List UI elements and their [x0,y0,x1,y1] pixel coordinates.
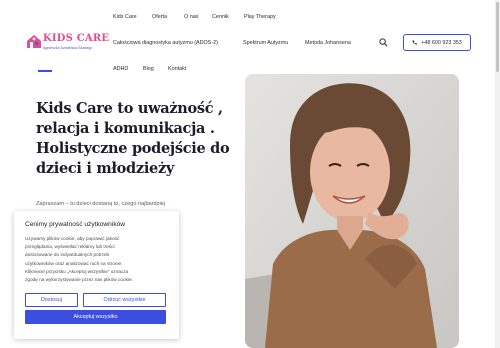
cookie-text-line: Używamy plików cookie, aby poprawić jako… [25,236,120,241]
nav-oferta[interactable]: Oferta [152,14,167,20]
customize-button[interactable]: Dostosuj [25,293,78,307]
cookie-text-line: użytkowników oraz analizować ruch na str… [25,260,123,266]
hero-subtitle: Zapraszam – tu dzieci dostaną to, czego … [36,201,166,207]
logo-title: KIDS CARE [43,33,110,44]
cookie-text-line: zgodę na wykorzystywanie przez nas plikó… [25,277,133,283]
logo-house-icon [27,35,41,48]
nav-play-therapy[interactable]: Play Therapy [244,14,276,20]
hero-title-line: dzieci i młodzieży [36,160,175,177]
logo-tagline: Agnieszka Dzielińska-Szadego [43,46,93,50]
phone-icon [412,40,418,45]
hero-title-line: Kids Care to uważność , [36,100,223,117]
hero-title-line: relacja i komunikacja . [36,120,215,137]
phone-button[interactable]: +48 600 923 353 [403,34,471,51]
nav-o-nas[interactable]: O nas [184,14,198,20]
page-scrollbar[interactable] [495,0,500,348]
nav-diagnostyka[interactable]: Całościowa diagnostyka autyzmu (ADOS-2) [113,40,218,46]
phone-number: +48 600 923 353 [421,39,462,46]
scrollbar-thumb[interactable] [496,2,499,72]
hero-title-line: Holistyczne podejście do [36,140,230,157]
accept-all-button[interactable]: Akceptuj wszystko [25,310,166,324]
nav-johansen[interactable]: Metoda Johansena [305,40,351,46]
nav-cennik[interactable]: Cennik [212,14,229,20]
site-logo[interactable]: KIDS CARE Agnieszka Dzielińska-Szadego [26,30,109,54]
cookie-text-line: przeglądania, wyświetlać reklamy lub tre… [25,244,115,250]
portrait-image [245,74,459,348]
cookie-text-line: Kliknięcie przycisku „Akceptuj wszystkie… [25,268,129,274]
cookie-consent-dialog: Cenimy prywatność użytkowników Używamy p… [14,211,179,339]
reject-all-button[interactable]: Odrzuć wszystkie [83,293,166,307]
nav-blog[interactable]: Blog [143,66,154,72]
cookie-description: Używamy plików cookie, aby poprawić jako… [25,235,175,284]
nav-kids-care[interactable]: Kids Care [113,14,137,20]
nav-spektrum[interactable]: Spektrum Autyzmu [243,40,288,46]
active-underline [38,70,52,72]
cookie-title: Cenimy prywatność użytkowników [25,221,126,228]
cookie-text-line: dostosowane do indywidualnych potrzeb [25,252,110,258]
search-icon[interactable] [379,38,388,47]
hero-photo [245,74,459,348]
nav-kontakt[interactable]: Kontakt [168,66,186,72]
nav-adhd[interactable]: ADHD [113,66,128,72]
hero-title: Kids Care to uważność , relacja i komuni… [36,99,246,179]
